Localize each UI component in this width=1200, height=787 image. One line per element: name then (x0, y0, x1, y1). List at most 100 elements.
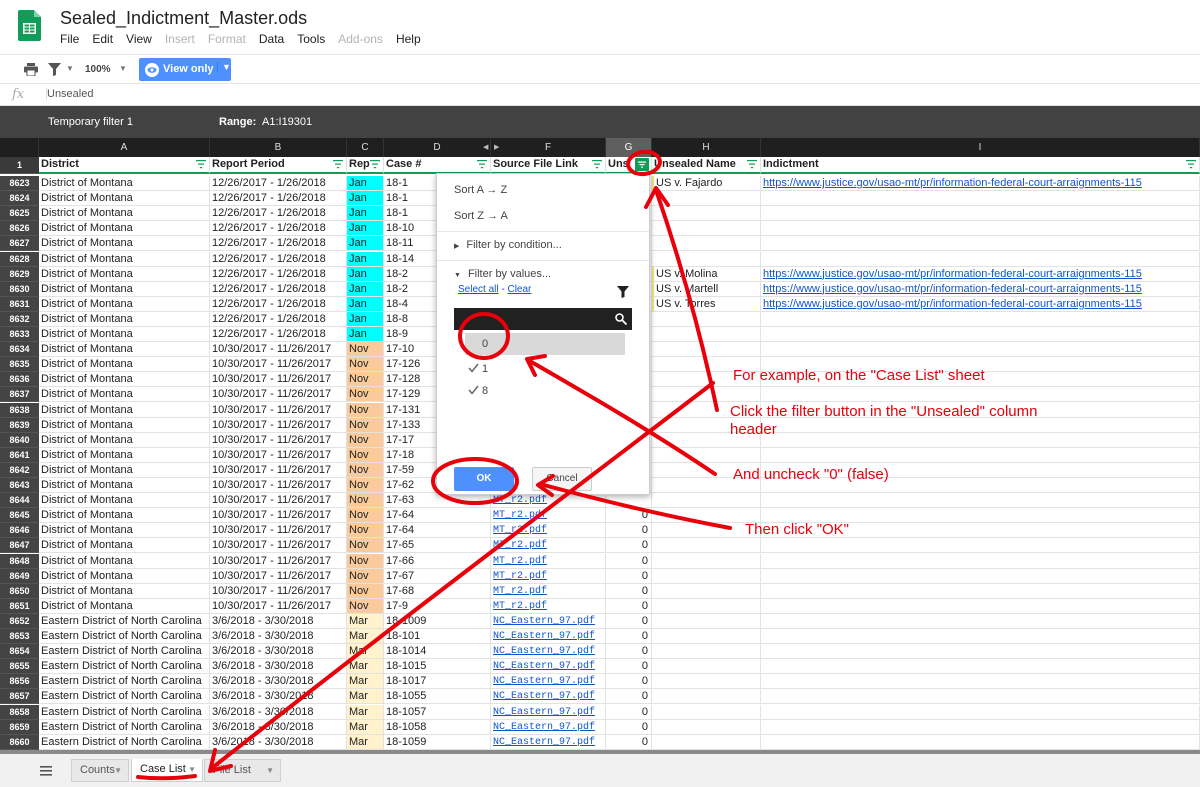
cell-period[interactable]: 12/26/2017 - 1/26/2018 (210, 221, 347, 237)
checkmark-icon[interactable] (468, 385, 479, 395)
cell-period[interactable]: 10/30/2017 - 11/26/2017 (210, 357, 347, 373)
all-sheets-menu-icon[interactable] (40, 766, 52, 776)
cell-name[interactable] (652, 236, 761, 252)
cell-district[interactable]: District of Montana (39, 568, 210, 584)
sheet-tab-case-list[interactable]: Case List ▼ (131, 759, 203, 782)
sort-a-z-option[interactable]: Sort A → Z (454, 184, 507, 196)
cell-rep[interactable]: Jan (347, 296, 384, 312)
clear-link[interactable]: Clear (507, 284, 531, 295)
cell-link[interactable] (761, 674, 1200, 690)
cell-rep[interactable]: Nov (347, 478, 384, 493)
row-number[interactable]: 8627 (0, 236, 39, 252)
cell-rep[interactable]: Nov (347, 598, 384, 614)
header-cell-period[interactable]: Report Period (210, 157, 347, 174)
cell-uns[interactable]: 0 (606, 689, 652, 705)
sheet-tab-file-list[interactable]: File List ▼ (204, 759, 281, 782)
cell-period[interactable]: 10/30/2017 - 11/26/2017 (210, 598, 347, 614)
cell-link[interactable] (761, 659, 1200, 675)
row-number[interactable]: 8634 (0, 342, 39, 358)
cell-rep[interactable]: Jan (347, 191, 384, 207)
cell-rep[interactable]: Nov (347, 462, 384, 478)
sort-z-a-option[interactable]: Sort Z → A (454, 210, 508, 222)
cell-uns[interactable]: 0 (606, 719, 652, 735)
cell-case[interactable]: 18-1055 (384, 689, 491, 705)
cell-link[interactable] (761, 447, 1200, 463)
row-number[interactable]: 8628 (0, 251, 39, 267)
cell-district[interactable]: District of Montana (39, 296, 210, 312)
cell-period[interactable]: 10/30/2017 - 11/26/2017 (210, 462, 347, 478)
cell-district[interactable]: District of Montana (39, 281, 210, 297)
cell-period[interactable]: 12/26/2017 - 1/26/2018 (210, 236, 347, 252)
cell-district[interactable]: District of Montana (39, 327, 210, 342)
cell-case[interactable]: 18-1059 (384, 734, 491, 750)
row-number[interactable]: 8625 (0, 206, 39, 222)
cell-file[interactable]: MT_r2.pdf (491, 493, 606, 509)
cell-link[interactable] (761, 629, 1200, 644)
cell-link[interactable]: https://www.justice.gov/usao-mt/pr/infor… (761, 281, 1200, 297)
cell-district[interactable]: Eastern District of North Carolina (39, 734, 210, 750)
cell-link[interactable] (761, 191, 1200, 207)
cell-rep[interactable]: Nov (347, 538, 384, 554)
column-header-c[interactable]: C (347, 138, 384, 157)
cell-uns[interactable]: 0 (606, 553, 652, 569)
cell-case[interactable]: 17-68 (384, 583, 491, 599)
row-number[interactable]: 8657 (0, 689, 39, 705)
cell-link[interactable] (761, 734, 1200, 750)
row-number[interactable]: 8636 (0, 372, 39, 388)
cell-link[interactable] (761, 704, 1200, 720)
row-number[interactable]: 8650 (0, 583, 39, 599)
cell-name[interactable] (652, 251, 761, 267)
cell-district[interactable]: District of Montana (39, 176, 210, 191)
cell-district[interactable]: District of Montana (39, 357, 210, 373)
column-filter-button-icon[interactable] (477, 160, 487, 169)
cell-name[interactable] (652, 553, 761, 569)
column-filter-button-icon[interactable] (333, 160, 343, 169)
cell-district[interactable]: District of Montana (39, 206, 210, 222)
cell-uns[interactable]: 0 (606, 568, 652, 584)
row-number[interactable]: 8652 (0, 613, 39, 629)
cell-rep[interactable]: Nov (347, 432, 384, 448)
cell-name[interactable]: US v. Fajardo (652, 176, 761, 191)
cell-period[interactable]: 10/30/2017 - 11/26/2017 (210, 402, 347, 418)
cell-uns[interactable]: 0 (606, 598, 652, 614)
cell-uns[interactable]: 0 (606, 629, 652, 644)
cell-district[interactable]: District of Montana (39, 236, 210, 252)
cell-uns[interactable]: 0 (606, 538, 652, 554)
cell-rep[interactable]: Mar (347, 719, 384, 735)
formula-input[interactable]: Unsealed (46, 88, 93, 100)
cell-file[interactable]: NC_Eastern_97.pdf (491, 629, 606, 644)
cell-period[interactable]: 3/6/2018 - 3/30/2018 (210, 704, 347, 720)
row-number[interactable]: 8648 (0, 553, 39, 569)
cell-district[interactable]: District of Montana (39, 462, 210, 478)
cell-name[interactable] (652, 719, 761, 735)
row-number[interactable]: 8626 (0, 221, 39, 237)
cell-district[interactable]: District of Montana (39, 251, 210, 267)
cell-period[interactable]: 12/26/2017 - 1/26/2018 (210, 281, 347, 297)
column-filter-button-icon[interactable] (1186, 160, 1196, 169)
cell-name[interactable]: US v. Molina (652, 266, 761, 282)
menu-view[interactable]: View (126, 32, 152, 46)
cell-name[interactable] (652, 689, 761, 705)
cancel-button[interactable]: Cancel (532, 467, 592, 491)
row-number[interactable]: 8646 (0, 523, 39, 539)
cell-file[interactable]: MT_r2.pdf (491, 508, 606, 524)
cell-period[interactable]: 10/30/2017 - 11/26/2017 (210, 432, 347, 448)
row-number[interactable]: 8638 (0, 402, 39, 418)
cell-link[interactable] (761, 538, 1200, 554)
cell-link[interactable] (761, 432, 1200, 448)
cell-case[interactable]: 17-65 (384, 538, 491, 554)
cell-district[interactable]: District of Montana (39, 266, 210, 282)
cell-period[interactable]: 10/30/2017 - 11/26/2017 (210, 538, 347, 554)
cell-link[interactable] (761, 598, 1200, 614)
column-header-i[interactable]: I (761, 138, 1200, 157)
cell-link[interactable] (761, 644, 1200, 660)
cell-name[interactable] (652, 598, 761, 614)
row-number[interactable]: 8651 (0, 598, 39, 614)
cell-file[interactable]: NC_Eastern_97.pdf (491, 613, 606, 629)
select-all-corner[interactable] (0, 138, 39, 157)
cell-link[interactable]: https://www.justice.gov/usao-mt/pr/infor… (761, 266, 1200, 282)
cell-name[interactable] (652, 387, 761, 403)
header-cell-name[interactable]: Unsealed Name (652, 157, 761, 174)
cell-case[interactable]: 18-1009 (384, 613, 491, 629)
filter-by-condition-option[interactable]: ▶ Filter by condition... (454, 239, 562, 251)
